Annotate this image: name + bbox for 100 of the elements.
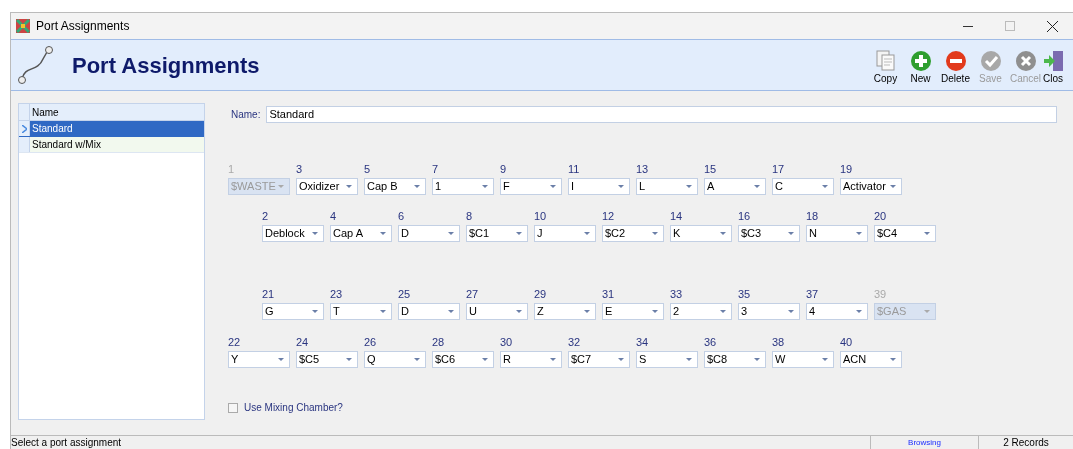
list-row[interactable]: Standard [19,121,204,137]
port-dropdown[interactable]: L [636,178,698,195]
record-count: 2 Records [978,436,1073,449]
port-dropdown[interactable]: A [704,178,766,195]
caret-icon [856,310,862,313]
port-dropdown[interactable]: J [534,225,596,242]
port-dropdown[interactable]: W [772,351,834,368]
close-icon [1046,20,1058,32]
toolbar-button[interactable]: Delete [938,50,973,90]
port-dropdown[interactable]: I [568,178,630,195]
port-number: 14 [670,210,684,223]
port-dropdown[interactable]: Deblock [262,225,324,242]
list-row[interactable]: Standard w/Mix [19,137,204,153]
port-number: 24 [296,336,310,349]
port-dropdown[interactable]: N [806,225,868,242]
port-number: 18 [806,210,820,223]
port-number: 36 [704,336,718,349]
port-dropdown[interactable]: 1 [432,178,494,195]
port-dropdown[interactable]: G [262,303,324,320]
port-dropdown[interactable]: Activator [840,178,902,195]
status-message: Select a port assignment [11,436,122,449]
port-dropdown[interactable]: D [398,225,460,242]
caret-icon [278,185,284,188]
checkbox[interactable] [228,402,238,413]
mode-indicator: Browsing [870,436,978,449]
port-dropdown[interactable]: 4 [806,303,868,320]
door-icon [1043,50,1065,72]
name-field[interactable]: Standard [266,106,1058,123]
port-number: 30 [500,336,514,349]
port-number: 11 [568,163,581,176]
port-dropdown[interactable]: $C2 [602,225,664,242]
caret-icon [380,232,386,235]
caret-icon [448,310,454,313]
caret-icon [822,358,828,361]
plus-icon [909,50,932,72]
port-dropdown[interactable]: T [330,303,392,320]
port-dropdown[interactable]: U [466,303,528,320]
toolbar-button[interactable]: New [903,50,938,90]
toolbar-button[interactable]: Clos [1043,50,1073,90]
caret-icon [652,310,658,313]
caret-icon [652,232,658,235]
port-dropdown[interactable]: $C1 [466,225,528,242]
port-dropdown[interactable]: C [772,178,834,195]
port-dropdown[interactable]: Cap A [330,225,392,242]
port-number: 16 [738,210,752,223]
port-number: 12 [602,210,616,223]
port-dropdown[interactable]: 2 [670,303,732,320]
port-dropdown[interactable]: K [670,225,732,242]
port-dropdown[interactable]: $C7 [568,351,630,368]
caret-icon [312,232,318,235]
port-number: 39 [874,288,888,301]
port-dropdown[interactable]: $C6 [432,351,494,368]
port-number: 31 [602,288,616,301]
caret-icon [924,310,930,313]
port-number: 27 [466,288,480,301]
caret-icon [618,358,624,361]
port-number: 19 [840,163,854,176]
port-number: 6 [398,210,406,223]
caret-icon [414,185,420,188]
maximize-icon [1005,21,1015,31]
port-number: 1 [228,163,236,176]
port-dropdown[interactable]: S [636,351,698,368]
port-number: 37 [806,288,820,301]
port-dropdown[interactable]: Z [534,303,596,320]
port-number: 35 [738,288,752,301]
port-number: 22 [228,336,242,349]
port-number: 7 [432,163,440,176]
port-dropdown[interactable]: Oxidizer [296,178,358,195]
port-dropdown[interactable]: Q [364,351,426,368]
caret-icon [584,232,590,235]
caret-icon [414,358,420,361]
port-dropdown[interactable]: R [500,351,562,368]
minimize-icon [963,25,973,27]
caret-icon [720,232,726,235]
port-number: 38 [772,336,786,349]
caret-icon [278,358,284,361]
port-number: 2 [262,210,270,223]
caret-icon [482,185,488,188]
caret-icon [686,185,692,188]
port-dropdown[interactable]: Y [228,351,290,368]
toolbar-button[interactable]: Copy [868,50,903,90]
port-dropdown[interactable]: $C3 [738,225,800,242]
port-dropdown[interactable]: E [602,303,664,320]
port-dropdown[interactable]: F [500,178,562,195]
column-header[interactable]: Name [30,104,59,120]
port-number: 32 [568,336,582,349]
port-dropdown[interactable]: $C4 [874,225,936,242]
port-number: 21 [262,288,276,301]
port-number: 9 [500,163,508,176]
port-number: 15 [704,163,718,176]
port-dropdown[interactable]: Cap B [364,178,426,195]
port-dropdown[interactable]: D [398,303,460,320]
caret-icon [686,358,692,361]
port-dropdown[interactable]: ACN [840,351,902,368]
port-dropdown[interactable]: 3 [738,303,800,320]
port-number: 13 [636,163,650,176]
port-dropdown[interactable]: $C5 [296,351,358,368]
caret-icon [346,185,352,188]
port-dropdown[interactable]: $C8 [704,351,766,368]
checkmark-icon [979,50,1002,72]
